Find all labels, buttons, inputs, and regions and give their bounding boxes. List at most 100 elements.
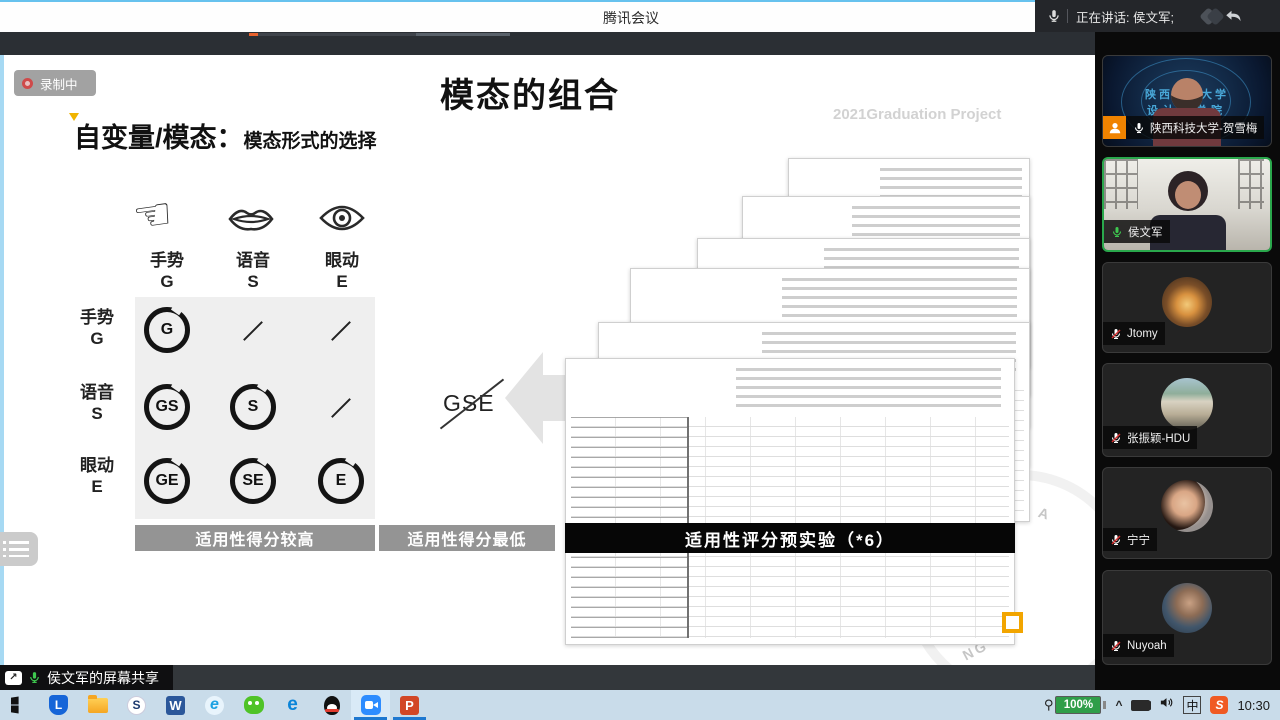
mic-speaking-icon (28, 671, 41, 684)
experiment-banner: 适用性评分预实验（*6） (565, 523, 1015, 553)
power-plug-icon: ⚲ (1044, 697, 1054, 713)
title-bar (0, 0, 1035, 32)
person-silhouette (1175, 181, 1201, 209)
person-icon (1103, 116, 1126, 139)
row-header-gesture: 手势G (72, 307, 122, 349)
slide-watermark: 2021Graduation Project (833, 106, 1001, 123)
row-header-eye: 眼动E (72, 455, 122, 497)
taskbar-item-powerpoint[interactable]: P (390, 690, 429, 720)
taskbar-item-word[interactable]: W (156, 690, 195, 720)
participant-tile-active-speaker[interactable]: 侯文军 (1102, 157, 1272, 252)
battery-tray-icon[interactable] (1131, 700, 1150, 711)
taskbar-item-wechat[interactable] (234, 690, 273, 720)
window-frame (1104, 159, 1138, 209)
taskbar-item-explorer[interactable] (78, 690, 117, 720)
participant-name: 陕西科技大学-贺雪梅 (1150, 120, 1257, 136)
qq-icon (324, 696, 340, 715)
speaking-indicator-panel: 正在讲话: 侯文军; (1035, 0, 1280, 32)
participant-name-label: 张振颖-HDU (1103, 426, 1197, 449)
mic-icon (1047, 9, 1061, 23)
battery-indicator[interactable]: ⚲ 100% (1044, 696, 1107, 714)
matrix-cell-GE: GE (144, 458, 190, 504)
avatar (1162, 277, 1212, 327)
decor-dash (258, 33, 416, 36)
participant-name-label: 侯文军 (1104, 220, 1170, 243)
matrix-cell-E: E (318, 458, 364, 504)
recording-badge[interactable]: 录制中 (14, 70, 96, 96)
participant-name-label: 宁宁 (1103, 528, 1157, 551)
taskbar-item-lenovo[interactable]: L (39, 690, 78, 720)
battery-tip (1103, 701, 1106, 709)
matrix-cell-S: S (230, 384, 276, 430)
avatar (1162, 583, 1212, 633)
taskbar-item-sogou-browser[interactable]: S (117, 690, 156, 720)
column-header-gesture: 手势G (135, 250, 199, 292)
participant-name: Jtomy (1127, 328, 1158, 340)
heading-sub: 模态形式的选择 (244, 126, 377, 153)
decor-dash (416, 33, 510, 36)
score-bar-high: 适用性得分较高 (135, 525, 375, 551)
recording-dot-icon (22, 78, 33, 89)
participant-name: 张振颖-HDU (1127, 430, 1190, 446)
folder-icon (88, 698, 108, 713)
list-icon (9, 541, 29, 557)
system-tray: ⚲ 100% ^ 中 S 10:30 (1044, 690, 1280, 720)
matrix-cell-G: G (144, 307, 190, 353)
slide-nav-tab[interactable] (0, 532, 38, 566)
yellow-square-marker (1002, 612, 1023, 633)
participant-name-label: Nuyoah (1103, 634, 1174, 657)
taskbar: L S W e e P ⚲ 100% ^ 中 S 10:30 (0, 690, 1280, 720)
window-frame (1238, 159, 1264, 209)
sogou-browser-icon: S (127, 696, 146, 715)
edge-icon: e (283, 696, 302, 715)
participant-tile[interactable]: Nuyoah (1102, 570, 1272, 665)
mic-icon (1133, 122, 1145, 134)
participant-name-label: Jtomy (1103, 322, 1165, 345)
window-chrome-bar (0, 32, 1095, 55)
sogou-ime-icon[interactable]: S (1210, 696, 1228, 714)
back-arrow-icon[interactable] (1224, 8, 1242, 24)
wechat-icon (244, 696, 264, 714)
word-icon: W (166, 696, 185, 715)
lips-icon (226, 202, 276, 236)
window-edge (0, 32, 4, 690)
matrix-cell-GS: GS (144, 384, 190, 430)
divider (1067, 9, 1068, 23)
participant-tile[interactable]: 陕西科技大学 设计 学院 陕西科技大学-贺雪梅 (1102, 55, 1272, 147)
volume-icon[interactable] (1159, 695, 1174, 715)
avatar (1161, 480, 1213, 532)
left-arrow-icon (505, 352, 543, 444)
slide-title: 模态的组合 (440, 68, 620, 117)
screen-share-icon: ↗ (5, 671, 22, 685)
taskbar-item-tencent-meeting[interactable] (351, 690, 390, 720)
taskbar-item-qq[interactable] (312, 690, 351, 720)
share-banner: ↗ 侯文军的屏幕共享 (0, 665, 173, 690)
eye-icon (318, 202, 366, 234)
share-banner-text: 侯文军的屏幕共享 (47, 668, 159, 688)
hand-icon: ☜ (130, 188, 176, 244)
mic-speaking-icon (1111, 226, 1123, 238)
powerpoint-icon: P (400, 696, 419, 715)
participants-panel: 陕西科技大学 设计 学院 陕西科技大学-贺雪梅 侯文军 (1095, 32, 1280, 690)
taskbar-item-ie[interactable]: e (195, 690, 234, 720)
column-header-speech: 语音S (221, 250, 285, 292)
start-button[interactable] (0, 690, 39, 720)
taskbar-apps: L S W e e P (0, 690, 429, 720)
hidden-icons-chevron[interactable]: ^ (1115, 698, 1122, 712)
ime-indicator[interactable]: 中 (1183, 696, 1201, 714)
participant-tile[interactable]: Jtomy (1102, 262, 1272, 353)
mic-muted-icon (1110, 640, 1122, 652)
mic-muted-icon (1110, 534, 1122, 546)
taskbar-item-edge[interactable]: e (273, 690, 312, 720)
meeting-window: 腾讯会议 正在讲话: 侯文军; 录制中 模态的组合 2021Graduation… (0, 0, 1280, 720)
recording-label: 录制中 (40, 74, 78, 93)
clock[interactable]: 10:30 (1237, 698, 1270, 713)
battery-percent: 100% (1055, 696, 1101, 714)
participant-tile[interactable]: 张振颖-HDU (1102, 363, 1272, 457)
participant-tile[interactable]: 宁宁 (1102, 467, 1272, 559)
decor-dash (249, 33, 258, 36)
questionnaire-form (565, 358, 1015, 645)
matrix-cell-SE: SE (230, 458, 276, 504)
speaking-status: 正在讲话: 侯文军; (1076, 7, 1174, 26)
windows-logo-icon (11, 696, 29, 714)
